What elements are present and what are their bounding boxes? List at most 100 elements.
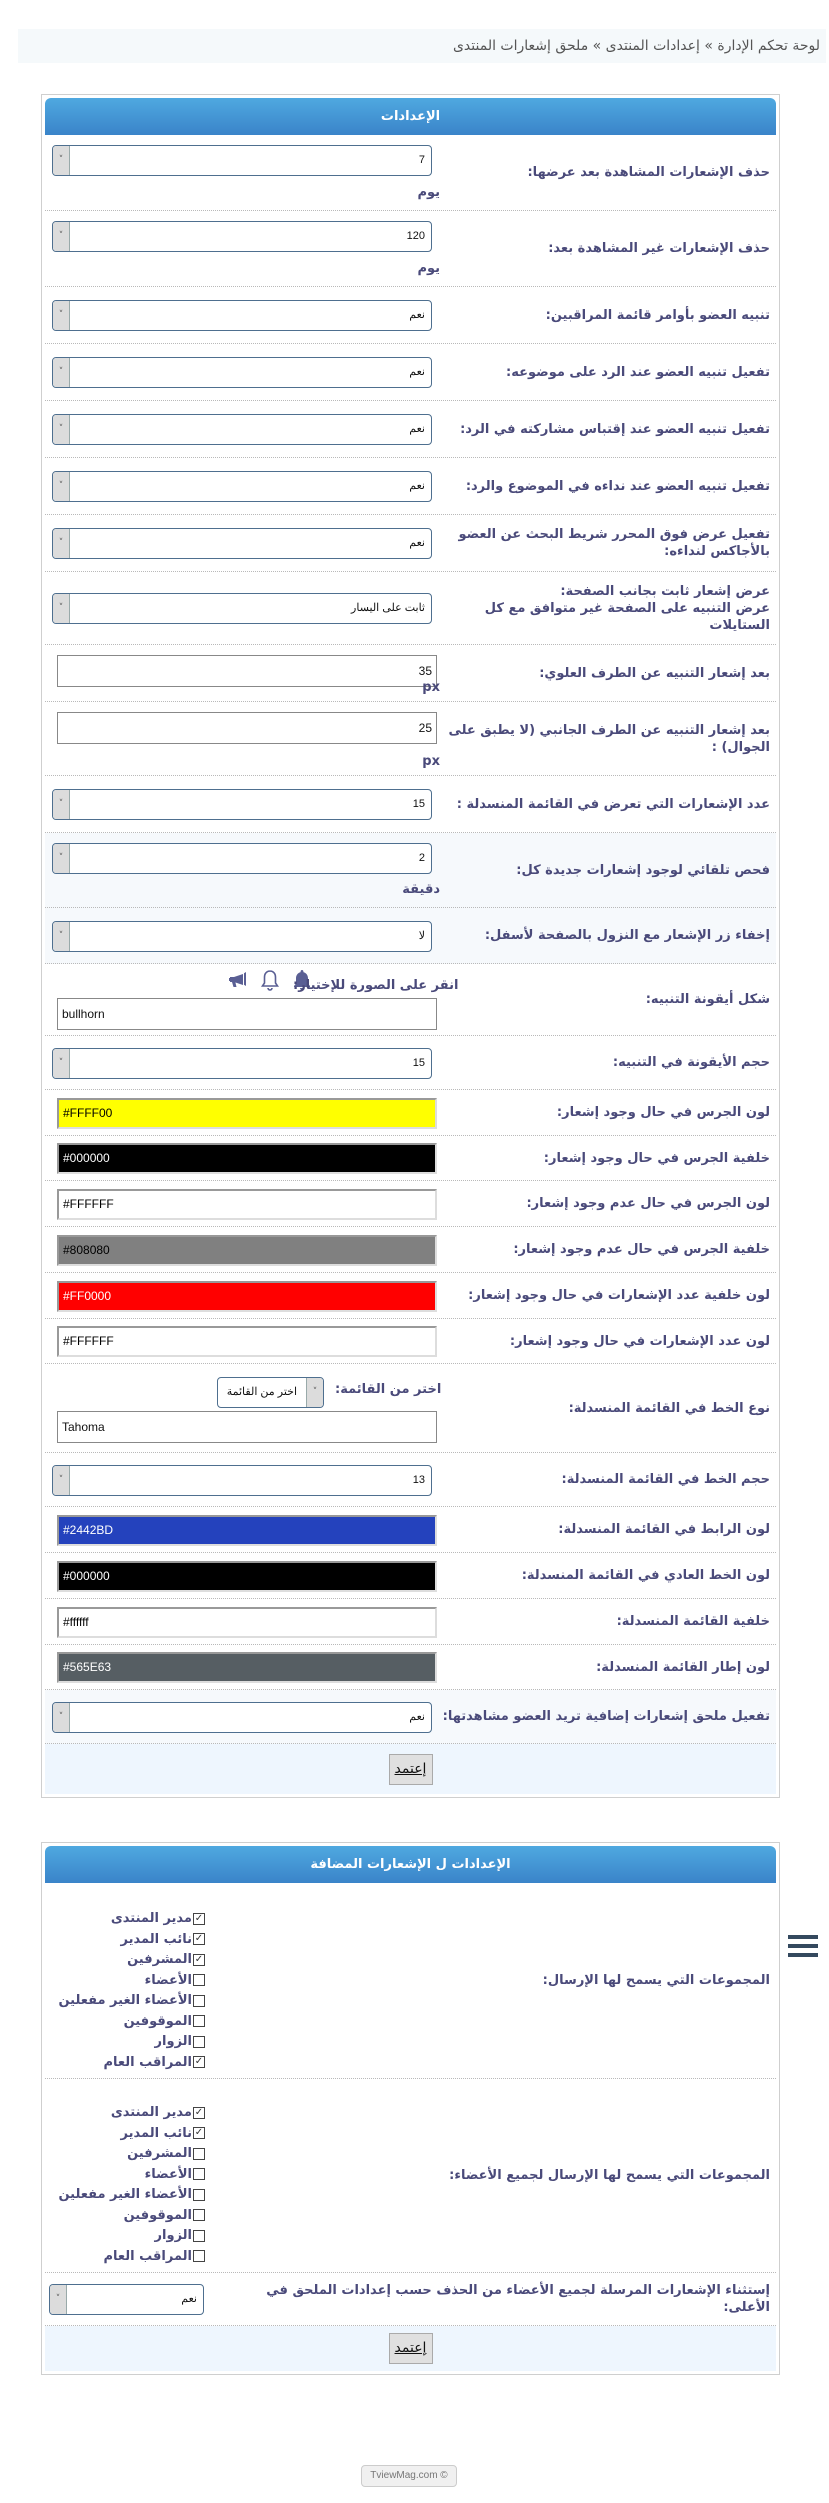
checkbox[interactable]: ✓ [193, 2127, 205, 2139]
color-input[interactable]: #565E63 [57, 1652, 437, 1683]
group-checkbox-item[interactable]: الأعضاء [55, 1971, 205, 1992]
setting-label: إخفاء زر الإشعار مع النزول بالصفحة لأسفل… [436, 927, 776, 944]
bell-outline-icon[interactable] [257, 968, 283, 992]
setting-label-note: عرض التنبيه على الصفحة غير متوافق مع كل … [484, 600, 770, 633]
font-picker-hint: اختر من القائمة: [335, 1382, 442, 1397]
setting-label: فحص تلقائي لوجود إشعارات جديدة كل: [436, 862, 776, 879]
color-input[interactable]: #000000 [57, 1143, 437, 1174]
icon-name-input[interactable]: bullhorn [57, 998, 437, 1030]
checkbox[interactable] [193, 2250, 205, 2262]
checkbox[interactable] [193, 2147, 205, 2160]
checkbox[interactable] [193, 2229, 205, 2242]
setting-text-input[interactable]: 25 [57, 712, 437, 744]
group-checkbox-item[interactable]: الزوار [55, 2226, 205, 2247]
group-checkbox-item[interactable]: الأعضاء [55, 2165, 205, 2186]
settings-row: خلفية الجرس في حال وجود إشعار: #000000 [45, 1136, 776, 1181]
group-checkbox-item[interactable]: ✓نائب المدير [55, 1930, 205, 1951]
check-icon: ✓ [194, 1912, 204, 1924]
setting-select[interactable]: ˅ ثابت على اليسار [52, 593, 432, 624]
checkbox[interactable] [193, 2188, 205, 2201]
group-label: الزوار [154, 2034, 192, 2049]
color-input[interactable]: #808080 [57, 1235, 437, 1266]
settings-row: فحص تلقائي لوجود إشعارات جديدة كل: ˅ 2 دقيق… [45, 833, 776, 908]
setting-select-value: نعم [409, 309, 425, 321]
checkbox[interactable]: ✓ [193, 2056, 205, 2068]
setting-select[interactable]: ˅ نعم [52, 1702, 432, 1733]
send-all-groups-row: المجموعات التي يسمح لها الإرسال لجميع ال… [45, 2079, 776, 2273]
setting-select-value: 2 [418, 852, 425, 864]
settings-row: لون خلفية عدد الإشعارات في حال وجود إشعا… [45, 1273, 776, 1319]
group-checkbox-item[interactable]: الزوار [55, 2032, 205, 2053]
setting-select[interactable]: ˅ نعم [52, 414, 432, 445]
checkbox[interactable]: ✓ [193, 1933, 205, 1945]
group-checkbox-item[interactable]: ✓مدير المنتدى [55, 2103, 205, 2124]
color-input[interactable]: #FF0000 [57, 1281, 437, 1312]
setting-label: تفعيل تنبيه العضو عند نداءه في الموضوع و… [436, 478, 776, 495]
footer-credit[interactable]: TviewMag.com © [361, 2465, 457, 2487]
group-checkbox-item[interactable]: المراقب العام [55, 2247, 205, 2268]
group-checkbox-item[interactable]: ✓المشرفين [55, 1950, 205, 1971]
check-icon: ✓ [194, 2056, 204, 2067]
checkbox[interactable] [193, 1994, 205, 2007]
setting-select[interactable]: ˅ 2 [52, 843, 432, 874]
checkbox[interactable]: ✓ [193, 1912, 205, 1925]
setting-select[interactable]: ˅ نعم [52, 528, 432, 559]
setting-label: حذف الإشعارات المشاهدة بعد عرضها: [436, 164, 776, 181]
send-groups-label: المجموعات التي يسمح لها الإرسال: [542, 1973, 770, 1988]
setting-select[interactable]: ˅ نعم [52, 471, 432, 502]
setting-select[interactable]: ˅ 15 [52, 789, 432, 820]
color-input[interactable]: #2442BD [57, 1515, 437, 1546]
setting-label-text: حجم الأيقونة في التنبيه: [612, 1055, 770, 1070]
group-checkbox-item[interactable]: الأعضاء الغير مفعلين [55, 1991, 205, 2012]
setting-select[interactable]: ˅ 7 [52, 145, 432, 176]
submit-button-2[interactable]: إعتمد [388, 2333, 433, 2364]
color-input[interactable]: #000000 [57, 1561, 437, 1592]
setting-select[interactable]: ˅ 15 [52, 1048, 432, 1079]
group-label: الأعضاء [144, 2166, 192, 2182]
setting-label-text: لون خلفية عدد الإشعارات في حال وجود إشعا… [468, 1288, 770, 1303]
color-input[interactable]: #FFFFFF [57, 1189, 437, 1220]
checkbox[interactable] [193, 2015, 205, 2027]
settings-row: تفعيل تنبيه العضو عند إقتباس مشاركته في … [45, 401, 776, 458]
exclude-select[interactable]: ˅ نعم [49, 2284, 204, 2315]
group-checkbox-item[interactable]: ✓المراقب العام [55, 2053, 205, 2074]
group-checkbox-item[interactable]: ✓نائب المدير [55, 2124, 205, 2145]
group-checkbox-item[interactable]: ✓مدير المنتدى [55, 1909, 205, 1930]
setting-select[interactable]: ˅ نعم [52, 357, 432, 388]
setting-label-text: حذف الإشعارات غير المشاهدة بعد: [548, 241, 770, 256]
setting-select[interactable]: ˅ لا [52, 921, 432, 952]
font-select[interactable]: ˅ اختر من القائمة [217, 1377, 324, 1408]
submit-button[interactable]: إعتمد [388, 1753, 433, 1785]
group-checkbox-item[interactable]: الموقوفين [55, 2206, 205, 2227]
color-input[interactable]: #FFFF00 [57, 1098, 437, 1129]
setting-text-input[interactable]: 35 [57, 655, 437, 687]
group-checkbox-item[interactable]: المشرفين [55, 2144, 205, 2165]
settings-row: خلفية الجرس في حال عدم وجود إشعار: #80808… [45, 1227, 776, 1273]
checkbox[interactable] [193, 2168, 205, 2180]
chevron-down-icon: ˅ [53, 1703, 70, 1732]
checkbox[interactable]: ✓ [193, 2106, 205, 2119]
color-input[interactable]: #FFFFFF [57, 1326, 437, 1357]
settings-panel-title: الإعدادات [45, 98, 776, 135]
group-checkbox-item[interactable]: الموقوفين [55, 2012, 205, 2033]
hamburger-menu-icon[interactable] [788, 1935, 818, 1959]
color-input[interactable]: #ffffff [57, 1607, 437, 1638]
setting-select[interactable]: ˅ 13 [52, 1465, 432, 1496]
setting-label: لون الجرس في حال وجود إشعار: [436, 1104, 776, 1121]
check-icon: ✓ [194, 1953, 204, 1965]
group-label: الموقوفين [123, 2013, 192, 2029]
setting-select[interactable]: ˅ 120 [52, 221, 432, 252]
settings-row: شكل أيقونة التنبيه: انقر على الصورة للإخت… [45, 964, 776, 1036]
checkbox[interactable] [193, 2035, 205, 2048]
setting-select-value: لا [418, 930, 425, 942]
checkbox[interactable]: ✓ [193, 1953, 205, 1966]
chevron-down-icon: ˅ [53, 472, 70, 501]
setting-select[interactable]: ˅ نعم [52, 300, 432, 331]
bullhorn-icon[interactable] [225, 968, 251, 992]
checkbox[interactable] [193, 1974, 205, 1986]
font-name-input[interactable]: Tahoma [57, 1411, 437, 1443]
setting-label-text: لون إطار القائمة المنسدلة: [596, 1659, 770, 1675]
checkbox[interactable] [193, 2209, 205, 2221]
setting-label-text: تفعيل تنبيه العضو عند إقتباس مشاركته في … [460, 421, 770, 437]
group-checkbox-item[interactable]: الأعضاء الغير مفعلين [55, 2185, 205, 2206]
